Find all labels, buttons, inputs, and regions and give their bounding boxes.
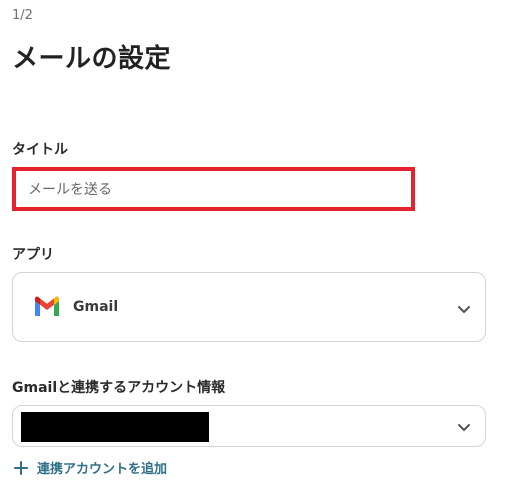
plus-icon	[14, 460, 28, 475]
title-input[interactable]	[12, 167, 415, 211]
app-select[interactable]: Gmail	[12, 272, 486, 342]
app-field-label: アプリ	[12, 247, 54, 263]
step-indicator: 1/2	[12, 8, 33, 23]
chevron-down-icon	[458, 306, 470, 313]
add-account-label: 連携アカウントを追加	[37, 462, 168, 477]
account-select[interactable]	[12, 405, 486, 447]
account-field-label: Gmailと連携するアカウント情報	[12, 380, 226, 396]
chevron-down-icon	[458, 424, 470, 431]
add-account-link[interactable]: 連携アカウントを追加	[14, 458, 167, 477]
page-title: メールの設定	[12, 44, 172, 74]
redacted-account-value	[21, 412, 209, 442]
gmail-icon	[33, 296, 61, 318]
title-field-label: タイトル	[12, 142, 68, 158]
mail-settings-page: 1/2 メールの設定 タイトル アプリ Gmail Gmailと連携するアカウン…	[0, 0, 514, 489]
app-selected-name: Gmail	[73, 299, 119, 315]
